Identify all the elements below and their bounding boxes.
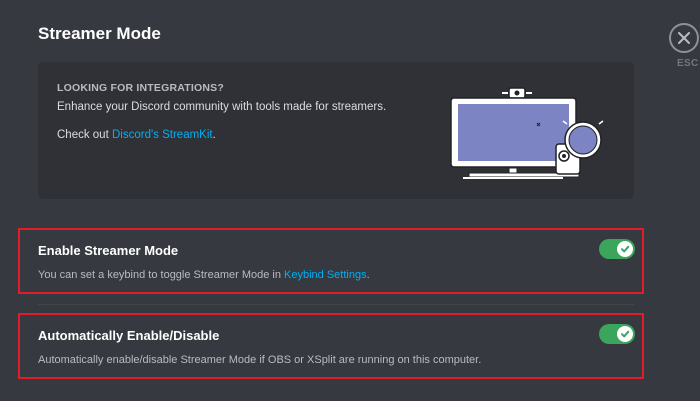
promo-description: Enhance your Discord community with tool… xyxy=(57,101,387,113)
keybind-settings-link[interactable]: Keybind Settings xyxy=(284,269,367,281)
close-button[interactable] xyxy=(669,23,699,53)
page-title: Streamer Mode xyxy=(38,24,161,43)
toggle-knob xyxy=(617,326,633,342)
streamer-setup-illustration xyxy=(450,87,604,179)
setting-note: You can set a keybind to toggle Streamer… xyxy=(38,269,370,281)
setting-enable-streamer-mode: Enable Streamer Mode You can set a keybi… xyxy=(18,228,644,294)
enable-streamer-mode-toggle[interactable] xyxy=(599,239,635,259)
promo-heading: LOOKING FOR INTEGRATIONS? xyxy=(57,82,224,94)
streamkit-promo-card: LOOKING FOR INTEGRATIONS? Enhance your D… xyxy=(38,62,634,199)
streamkit-link[interactable]: Discord's StreamKit xyxy=(112,129,213,141)
setting-note-suffix: . xyxy=(366,269,370,281)
setting-note: Automatically enable/disable Streamer Mo… xyxy=(38,354,482,366)
promo-link-prefix: Check out xyxy=(57,129,112,141)
divider xyxy=(38,304,634,305)
setting-title: Enable Streamer Mode xyxy=(38,243,179,258)
setting-title: Automatically Enable/Disable xyxy=(38,328,220,343)
esc-label: ESC xyxy=(677,58,699,69)
auto-enable-disable-toggle[interactable] xyxy=(599,324,635,344)
promo-link-suffix: . xyxy=(212,129,216,141)
setting-note-prefix: You can set a keybind to toggle Streamer… xyxy=(38,269,285,281)
setting-auto-enable-disable: Automatically Enable/Disable Automatical… xyxy=(18,313,644,379)
promo-link-line: Check out Discord's StreamKit. xyxy=(57,129,216,141)
streamer-mode-page: Streamer Mode ESC LOOKING FOR INTEGRATIO… xyxy=(0,0,700,401)
close-control[interactable]: ESC xyxy=(669,23,700,69)
checkmark-icon xyxy=(621,330,630,338)
checkmark-icon xyxy=(621,245,630,253)
close-icon xyxy=(678,32,690,44)
toggle-knob xyxy=(617,241,633,257)
